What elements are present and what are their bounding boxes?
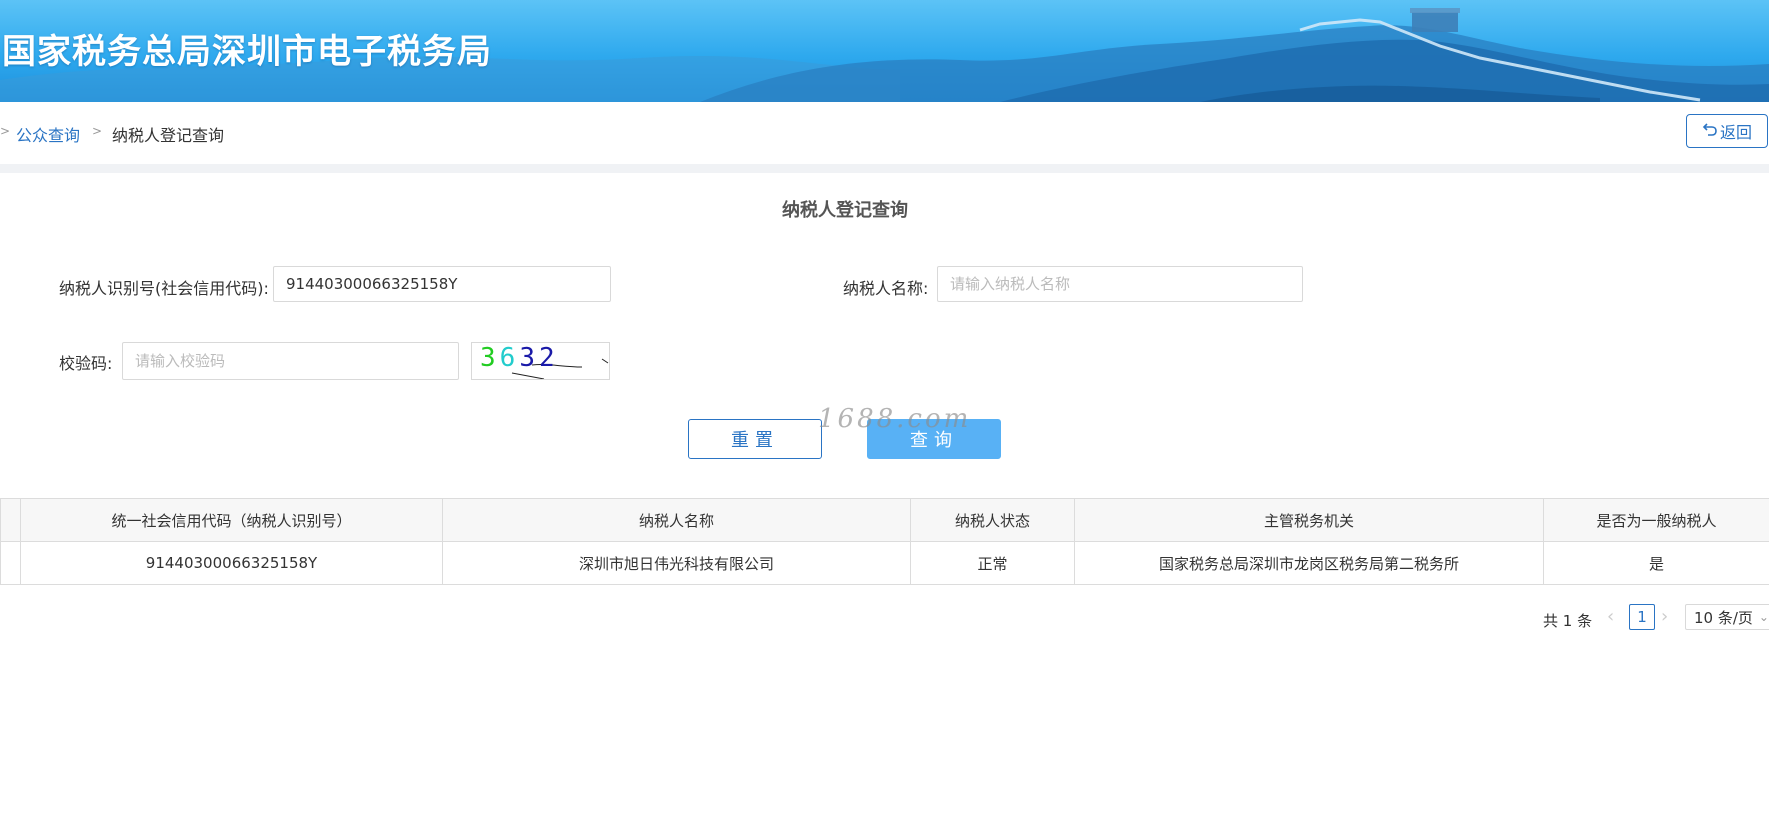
column-header-taxpayer-name: 纳税人名称	[442, 498, 911, 542]
captcha-image[interactable]: 3632	[471, 342, 610, 380]
taxpayer-id-label: 纳税人识别号(社会信用代码):	[59, 279, 269, 298]
captcha-digit: 6	[499, 343, 520, 373]
captcha-digit: 3	[519, 343, 539, 373]
breadcrumb-public-query-link[interactable]: 公众查询	[16, 122, 80, 146]
table-row: 91440300066325158Y 深圳市旭日伟光科技有限公司 正常 国家税务…	[0, 541, 1769, 585]
column-header-credit-code: 统一社会信用代码（纳税人识别号）	[20, 498, 443, 542]
captcha-text: 3632	[480, 343, 559, 373]
column-header-status: 纳税人状态	[910, 498, 1075, 542]
captcha-input[interactable]	[122, 342, 459, 380]
column-header-tax-authority: 主管税务机关	[1074, 498, 1544, 542]
captcha-digit: 3	[480, 343, 500, 373]
back-button[interactable]: 返回	[1686, 114, 1768, 148]
captcha-label: 校验码:	[59, 354, 113, 373]
page-size-select[interactable]: 10 条/页 ⌄	[1685, 604, 1769, 630]
table-header-row: 统一社会信用代码（纳税人识别号） 纳税人名称 纳税人状态 主管税务机关 是否为一…	[0, 498, 1769, 542]
breadcrumb: > 公众查询 > 纳税人登记查询 返回	[0, 102, 1769, 164]
section-divider	[0, 164, 1769, 173]
breadcrumb-current: 纳税人登记查询	[112, 126, 225, 145]
taxpayer-name-label: 纳税人名称:	[843, 279, 929, 298]
chevron-down-icon: ⌄	[1758, 610, 1769, 624]
site-title: 国家税务总局深圳市电子税务局	[2, 32, 492, 72]
header-banner: 国家税务总局深圳市电子税务局	[0, 0, 1769, 102]
page-size-label: 10 条/页	[1694, 608, 1753, 627]
table-header-spacer	[0, 498, 21, 542]
query-button[interactable]: 查询	[867, 419, 1001, 459]
captcha-digit: 2	[538, 343, 559, 373]
chevron-right-icon[interactable]: ›	[1661, 606, 1668, 636]
table-cell-tax-authority: 国家税务总局深圳市龙岗区税务局第二税务所	[1074, 541, 1544, 585]
table-cell-general-taxpayer: 是	[1543, 541, 1769, 585]
pagination-total: 共 1 条	[1543, 612, 1593, 630]
form-title: 纳税人登记查询	[782, 200, 908, 221]
breadcrumb-lead-arrow: >	[0, 124, 11, 138]
results-table: 统一社会信用代码（纳税人识别号） 纳税人名称 纳税人状态 主管税务机关 是否为一…	[0, 498, 1769, 585]
taxpayer-id-input[interactable]	[273, 266, 611, 302]
column-header-general-taxpayer: 是否为一般纳税人	[1543, 498, 1769, 542]
table-cell-spacer	[0, 541, 21, 585]
table-cell-credit-code: 91440300066325158Y	[20, 541, 443, 585]
chevron-left-icon[interactable]: ‹	[1607, 606, 1614, 636]
pagination-page-button[interactable]: 1	[1629, 604, 1655, 630]
table-cell-status: 正常	[910, 541, 1075, 585]
taxpayer-name-input[interactable]	[937, 266, 1303, 302]
undo-icon	[1702, 121, 1718, 141]
reset-button[interactable]: 重置	[688, 419, 822, 459]
breadcrumb-separator: >	[92, 124, 103, 138]
table-cell-taxpayer-name: 深圳市旭日伟光科技有限公司	[442, 541, 911, 585]
back-button-label: 返回	[1719, 123, 1752, 142]
